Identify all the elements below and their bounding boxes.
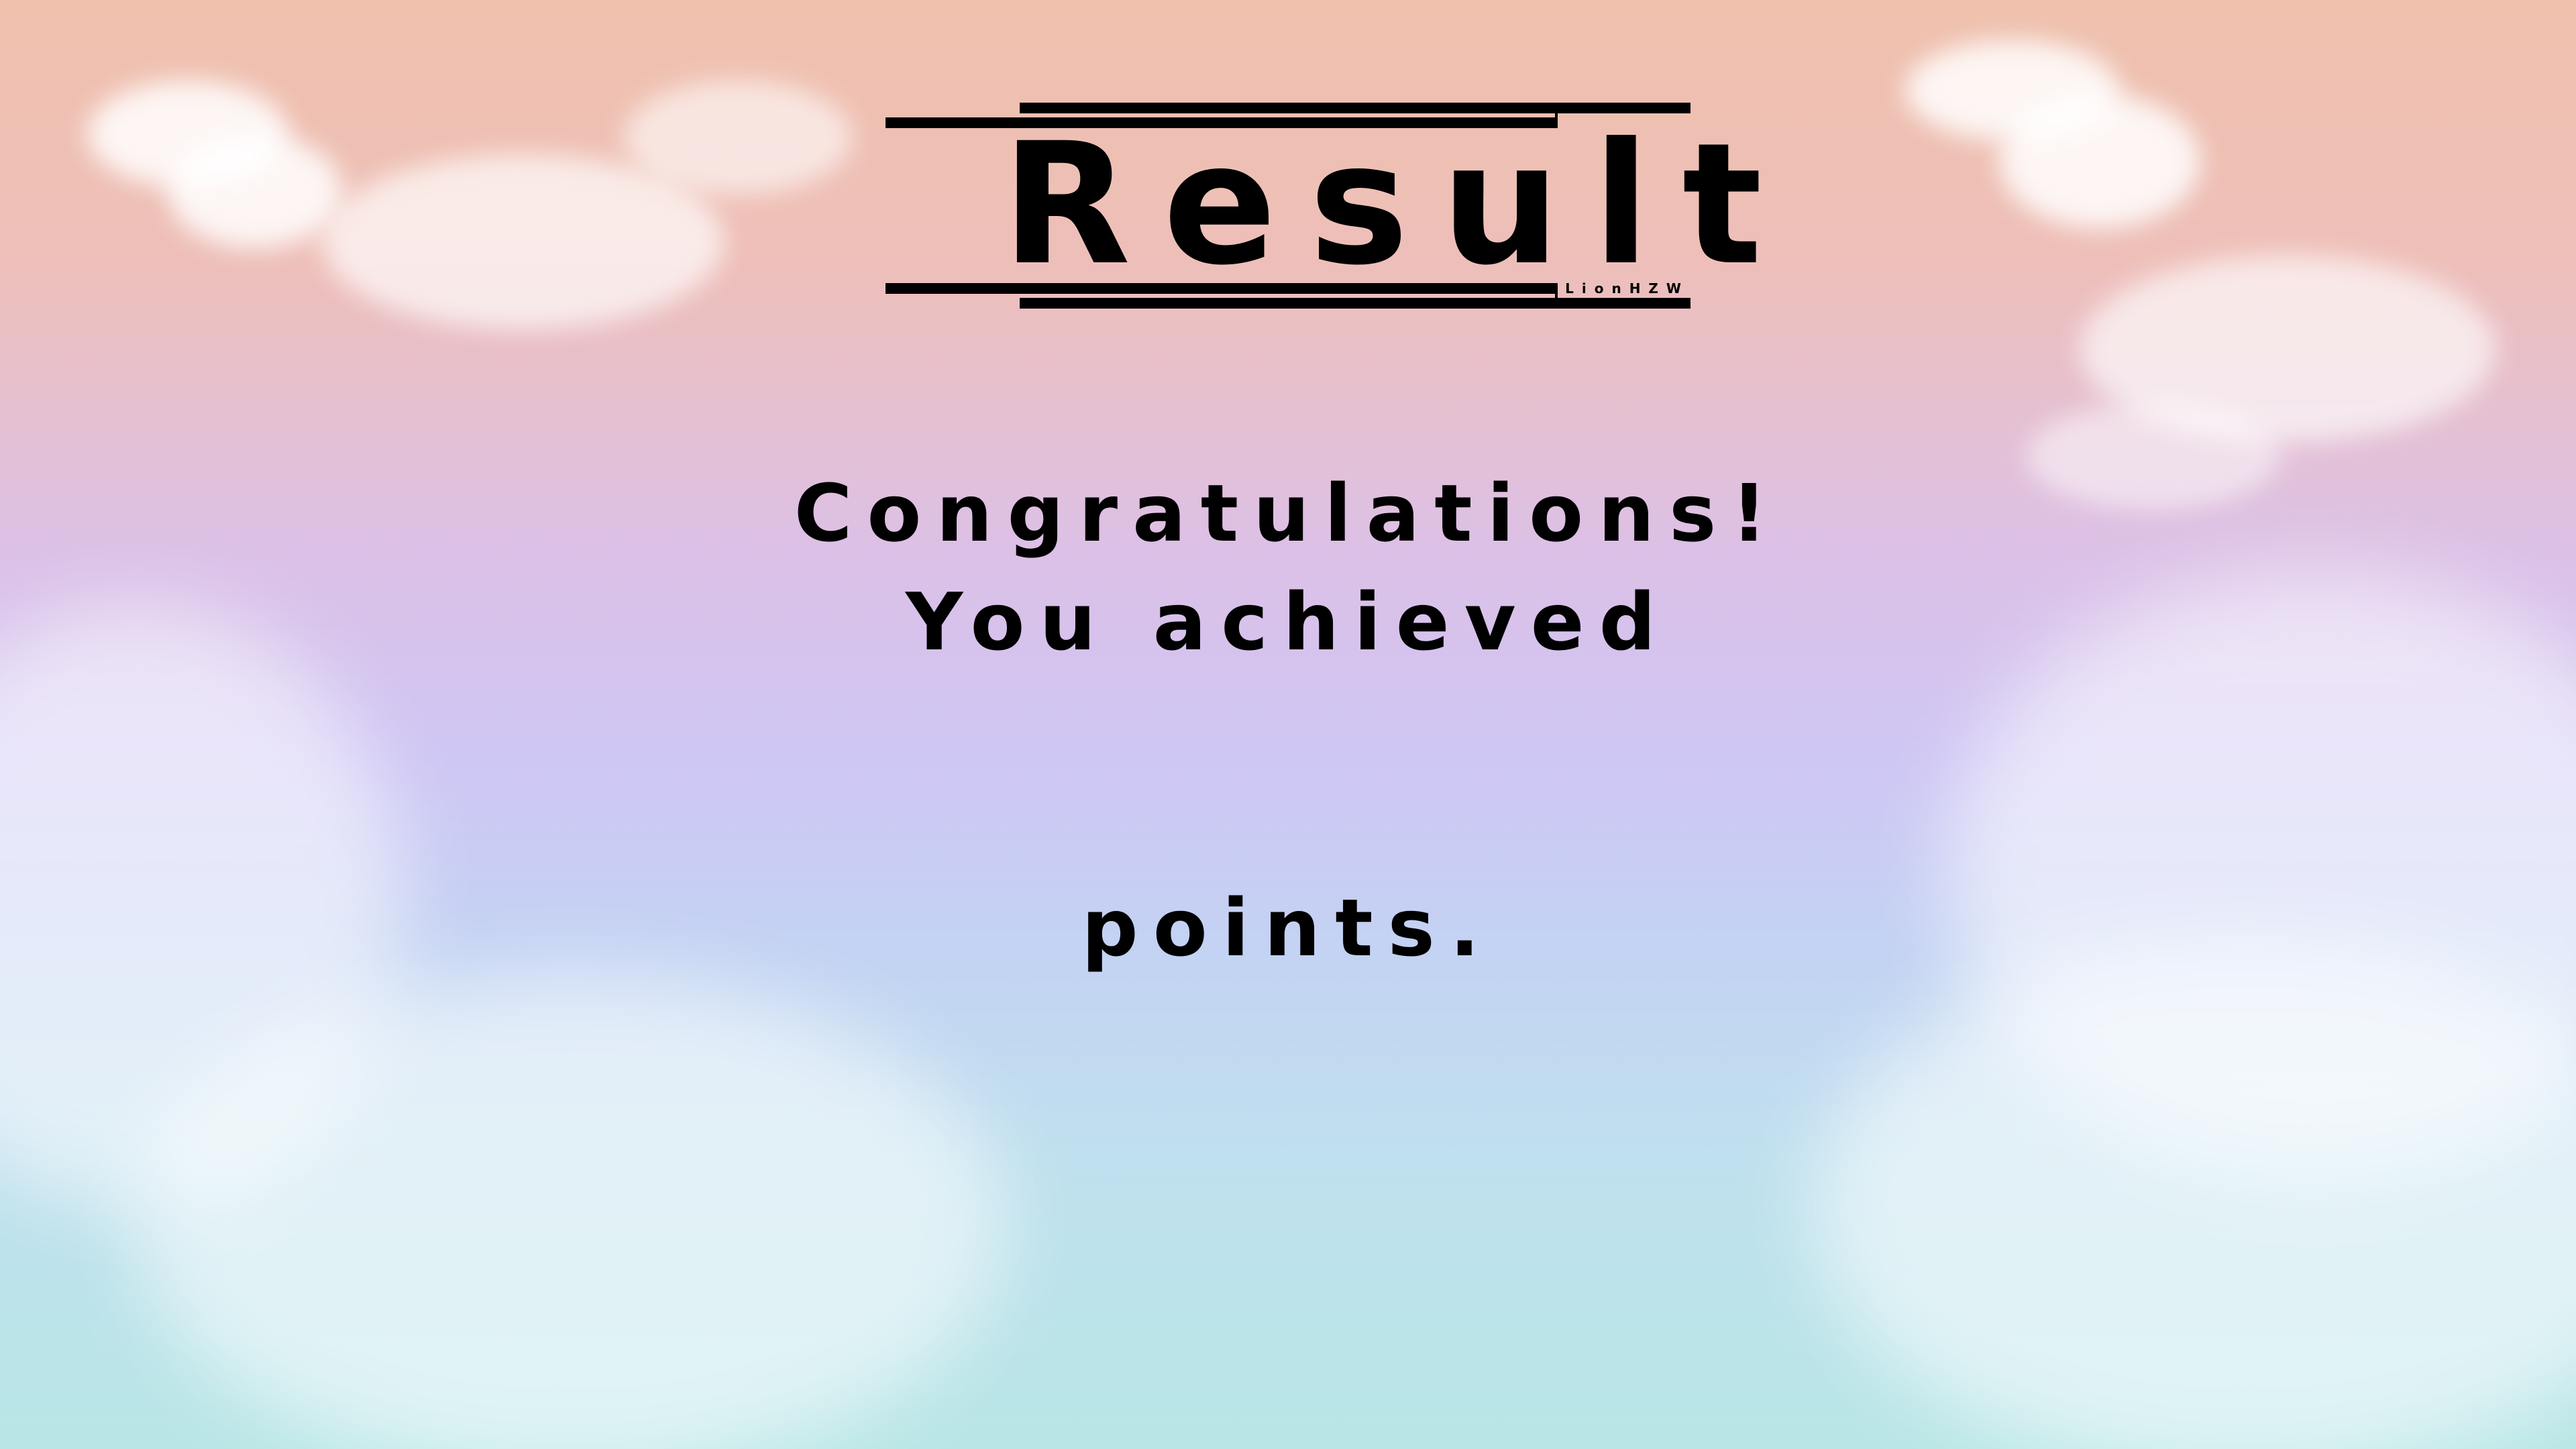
result-title: Result (1002, 107, 1795, 302)
points-label: points. (1081, 881, 1495, 974)
cloud (624, 80, 852, 195)
cloud (168, 134, 342, 248)
cloud (134, 973, 1006, 1449)
congratulations-text: Congratulations! (794, 467, 1782, 559)
title-bar-bottom-right-end (1555, 283, 1558, 309)
cloud (1811, 939, 2576, 1449)
title-bar-bottom (885, 283, 1556, 294)
result-title-banner: Result LionHZW (884, 101, 1795, 312)
cloud (1999, 94, 2200, 228)
achieved-text: You achieved (905, 576, 1671, 668)
author-signature: LionHZW (1565, 280, 1689, 297)
title-bar-bottom-thin (1020, 298, 1690, 309)
